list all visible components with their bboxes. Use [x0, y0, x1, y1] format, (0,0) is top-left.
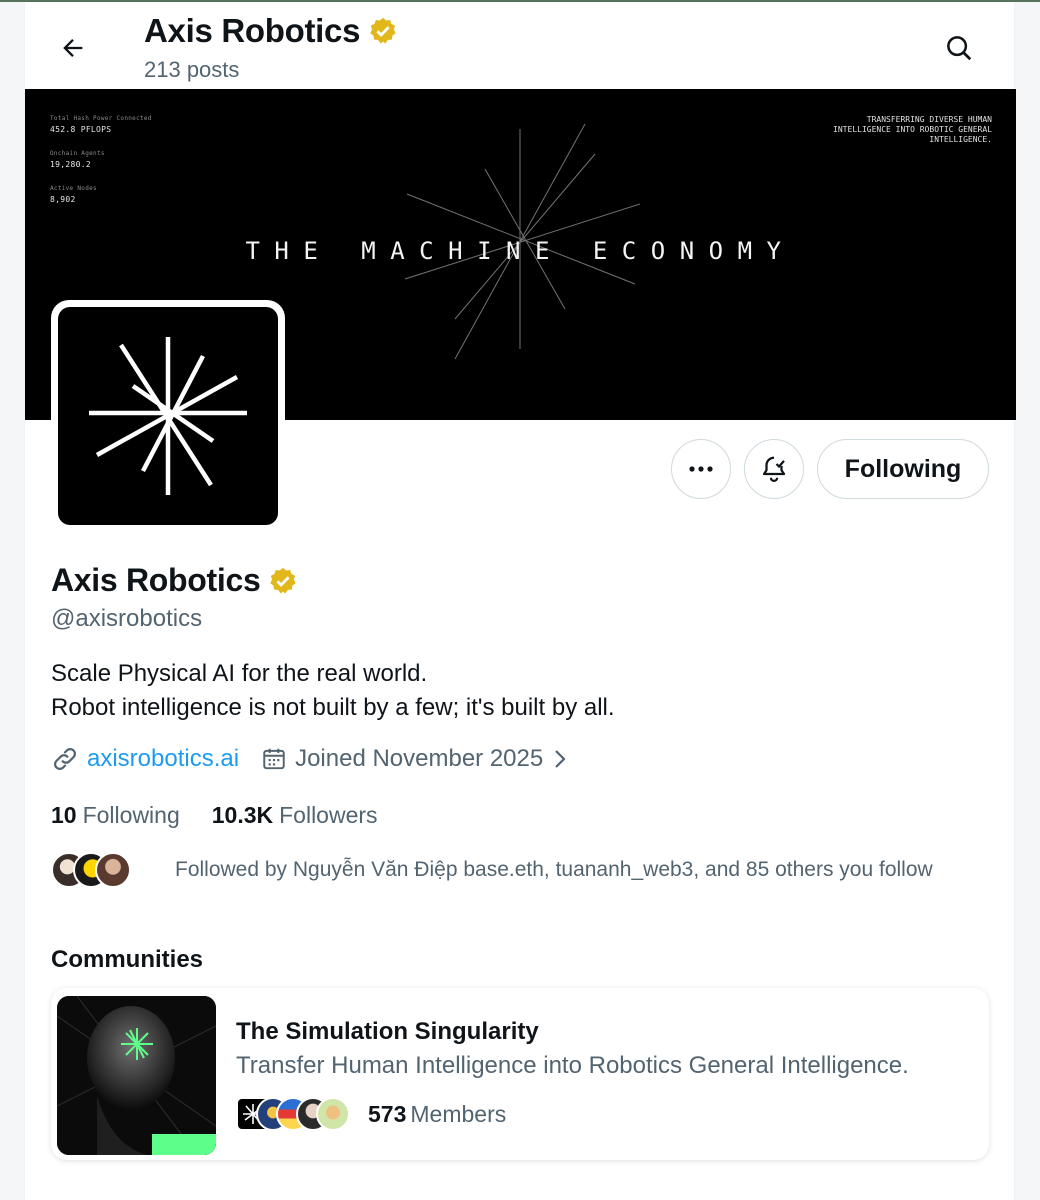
more-icon [689, 466, 713, 472]
calendar-icon [263, 748, 285, 770]
post-count: 213 posts [144, 57, 240, 82]
follow-counts: 10 Following 10.3K Followers [51, 802, 378, 829]
banner-tagline: TRANSFERRING DIVERSE HUMAN INTELLIGENCE … [833, 115, 992, 144]
followers-count-link[interactable]: 10.3K Followers [212, 802, 378, 829]
following-button[interactable]: Following [817, 439, 989, 499]
member-avatars [236, 1095, 356, 1133]
profile-meta: axisrobotics.ai Joined November 2025 [51, 745, 569, 773]
profile-name-row: Axis Robotics [51, 562, 298, 599]
link-icon [54, 748, 76, 770]
profile-avatar[interactable] [51, 300, 285, 532]
communities-heading: Communities [51, 946, 204, 973]
following-count: 10 [51, 802, 77, 828]
profile-bio: Scale Physical AI for the real world. Ro… [51, 657, 615, 725]
followers-label: Followers [279, 802, 378, 828]
followed-by-row[interactable]: Followed by Nguyễn Văn Điệp base.eth, tu… [51, 850, 933, 890]
verified-badge-icon [370, 17, 396, 44]
member-label: Members [410, 1100, 507, 1127]
header-title: Axis Robotics [144, 12, 398, 50]
community-name: The Simulation Singularity [236, 1018, 539, 1045]
starburst-logo-icon [89, 337, 247, 495]
search-button[interactable] [937, 26, 981, 70]
community-member-count: 573 Members [368, 1101, 506, 1128]
search-icon [947, 36, 972, 61]
stat-label: Onchain Agents [50, 150, 105, 157]
banner-stats: Total Hash Power Connected 452.8 PFLOPS … [50, 115, 152, 220]
followers-count: 10.3K [211, 802, 274, 828]
back-button[interactable] [53, 28, 93, 68]
arrow-left-icon [63, 39, 83, 57]
bell-check-icon [762, 456, 786, 482]
member-count: 573 [368, 1100, 407, 1127]
stat-label: Active Nodes [50, 185, 97, 192]
stat-value: 8,902 [50, 195, 76, 204]
chevron-right-icon[interactable] [551, 747, 569, 771]
following-count-link[interactable]: 10 Following [51, 802, 180, 829]
bio-line: Scale Physical AI for the real world. [51, 660, 428, 687]
avatar-logo [58, 307, 278, 525]
profile-page: Axis Robotics 213 posts Total Hash Power… [24, 2, 1016, 1200]
following-label: Following [82, 802, 180, 828]
verified-badge-icon [270, 567, 297, 593]
follower-avatars [51, 850, 141, 890]
stat-value: 19,280.2 [50, 160, 91, 169]
community-head-graphic [57, 996, 216, 1155]
followed-by-text: Followed by Nguyễn Văn Điệp base.eth, tu… [175, 858, 933, 881]
stat-label: Total Hash Power Connected [50, 115, 152, 122]
community-image [57, 996, 216, 1155]
community-description: Transfer Human Intelligence into Robotic… [236, 1052, 909, 1079]
avatar [316, 1097, 350, 1131]
profile-name: Axis Robotics [51, 562, 261, 598]
header-name: Axis Robotics [144, 12, 361, 49]
joined-date: Joined November 2025 [295, 745, 544, 772]
community-card[interactable]: The Simulation Singularity Transfer Huma… [51, 988, 989, 1160]
stat-value: 452.8 PFLOPS [50, 125, 112, 134]
bio-line: Robot intelligence is not built by a few… [51, 694, 615, 721]
community-members: 573 Members [236, 1095, 506, 1133]
more-button[interactable] [671, 439, 731, 499]
website-link[interactable]: axisrobotics.ai [87, 745, 239, 773]
profile-handle: @axisrobotics [51, 605, 203, 632]
notifications-button[interactable] [744, 439, 804, 499]
banner-headline: THE MACHINE ECONOMY [245, 237, 796, 265]
avatar [95, 852, 131, 888]
